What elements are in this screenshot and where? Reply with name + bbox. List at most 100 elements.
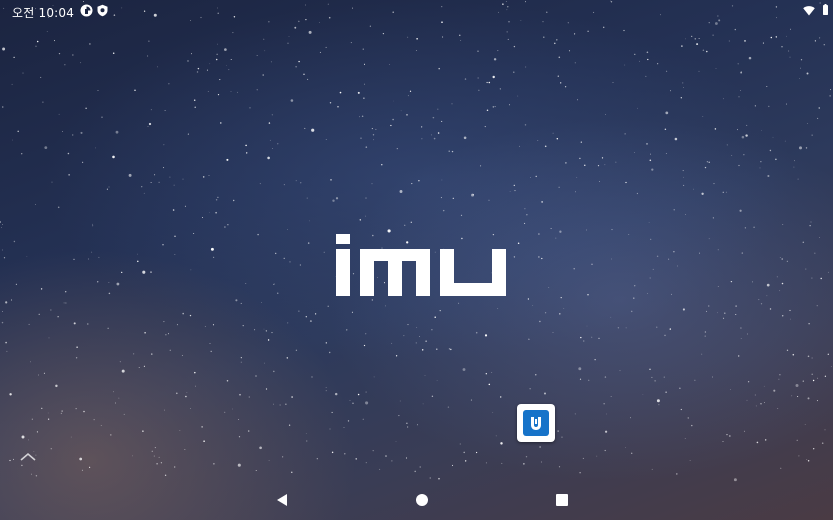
star [651,376,653,378]
star [83,410,85,413]
star [329,428,331,430]
star [798,455,800,457]
star [459,34,461,36]
star [121,369,125,373]
imu-app-icon[interactable] [517,404,555,442]
star [357,91,360,94]
star [714,128,717,130]
star [788,50,790,52]
star [68,174,70,176]
star [357,393,360,396]
star [647,293,648,294]
star [610,396,612,397]
star [87,323,89,325]
star [190,269,192,271]
star [0,221,1,223]
star [331,451,334,454]
star [576,177,578,178]
star [706,50,708,53]
star [625,327,627,329]
star [307,242,310,244]
star [800,59,803,61]
star [786,260,788,262]
recents-icon[interactable] [552,490,572,510]
star [543,36,545,38]
star [311,128,315,132]
back-icon[interactable] [272,490,292,510]
star [623,29,625,32]
star [187,60,189,62]
star [240,302,242,304]
star [625,181,627,184]
star [298,60,300,63]
star [2,106,4,108]
star [501,462,503,464]
star [559,230,562,233]
star [197,67,200,70]
star [265,388,268,390]
star [611,258,613,260]
star [210,247,214,251]
star [744,40,746,42]
star [11,299,12,301]
star [442,36,444,38]
star [604,430,608,433]
star [295,180,297,182]
star [494,106,496,108]
star [685,38,686,40]
star [282,456,284,458]
star [574,62,576,64]
star [805,147,808,149]
star [75,357,78,359]
star [261,302,262,303]
star [101,116,103,119]
star [537,140,539,141]
star [147,126,149,127]
star [416,327,418,328]
star [541,201,543,203]
home-icon[interactable] [412,490,432,510]
star [173,184,175,186]
star [285,403,287,405]
star [639,60,640,62]
star [649,159,652,162]
star [437,108,439,110]
star [275,252,277,255]
star [535,374,537,376]
star [224,48,227,51]
star [448,150,450,152]
star [237,463,241,467]
star [817,377,819,379]
chevron-up-icon[interactable] [20,450,36,462]
star [268,459,270,461]
star [206,69,208,71]
star [434,316,436,318]
star [106,188,108,190]
star [12,139,13,141]
star [225,65,227,66]
star [9,393,12,396]
star [560,82,562,84]
star [759,167,761,169]
star [391,460,393,462]
star [679,387,681,389]
star [450,348,452,351]
star [712,217,715,219]
star [524,124,527,126]
star [182,312,184,315]
star [40,76,42,78]
star [156,462,158,465]
star [743,430,746,432]
star [491,372,493,374]
star [431,395,434,397]
star [739,209,742,212]
star [766,85,768,88]
star [405,457,408,459]
star [439,309,441,312]
star [684,214,686,215]
star [352,402,354,405]
star [81,469,83,471]
star [681,45,683,47]
star [586,229,587,231]
star [429,477,431,479]
